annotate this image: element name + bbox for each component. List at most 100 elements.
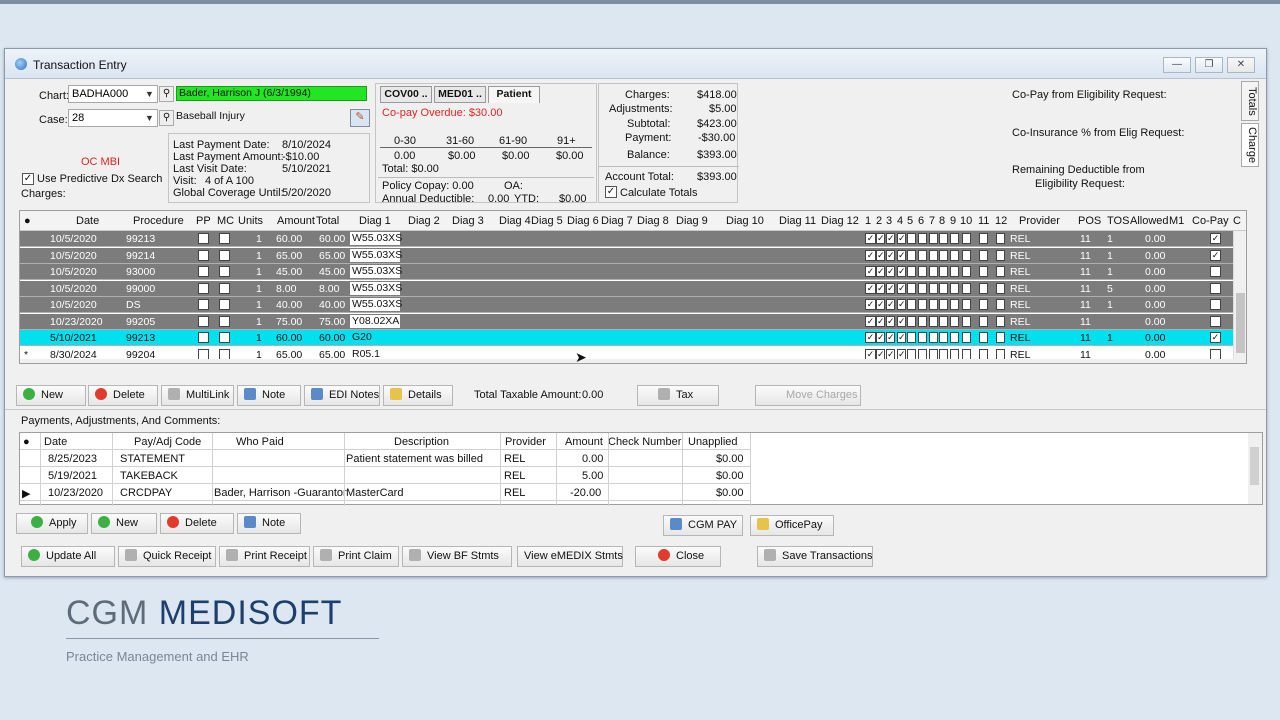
diag-pointer-checkbox[interactable] [918, 299, 927, 310]
diag-pointer-checkbox[interactable] [950, 282, 959, 294]
diag-pointer-checkbox[interactable] [918, 282, 927, 294]
case-edit-icon[interactable]: ✎ [350, 109, 370, 127]
diag-pointer-checkbox[interactable] [979, 233, 988, 244]
charge-row[interactable]: 10/5/2020 93000 1 45.00 45.00 W55.03XS ✓ ✓ ✓ ✓ REL… [20, 264, 1246, 280]
mc-checkbox[interactable] [219, 348, 230, 360]
case-dropdown-icon[interactable]: ▼ [142, 110, 157, 126]
diag-pointer-checkbox[interactable] [962, 348, 971, 360]
col-header-procedure[interactable]: Procedure [133, 215, 184, 227]
diag-pointer-checkbox[interactable] [939, 266, 948, 277]
charges-scroll-thumb[interactable] [1236, 293, 1245, 353]
payment-row[interactable]: 10/23/2020 CRCDPAY Bader, Harrison -Guaran… [20, 484, 750, 501]
diag-pointer-checkbox[interactable] [962, 299, 971, 310]
diag-pointer-checkbox[interactable] [907, 266, 916, 277]
payments-grid[interactable]: ● Date Pay/Adj Code Who Paid Description Prov… [19, 432, 1263, 506]
diag-pointer-checkbox[interactable] [950, 249, 959, 261]
diag-pointer-checkbox[interactable] [950, 332, 959, 343]
diag-pointer-checkbox[interactable]: ✓ [865, 348, 876, 360]
diag-pointer-checkbox[interactable] [962, 249, 971, 261]
diag-pointer-checkbox[interactable] [918, 249, 927, 261]
diag-pointer-checkbox[interactable] [950, 233, 959, 244]
copay-checkbox[interactable] [1210, 315, 1221, 327]
update-all-button[interactable]: Update All [21, 546, 115, 567]
diag-pointer-checkbox[interactable] [996, 332, 1005, 343]
cgm-pay-button[interactable]: CGM PAY [663, 515, 743, 536]
diag-pointer-checkbox[interactable] [996, 233, 1005, 244]
pp-checkbox[interactable] [198, 348, 209, 360]
col-header-mc[interactable]: MC [217, 215, 234, 227]
mc-checkbox[interactable] [219, 299, 230, 310]
diag-pointer-checkbox[interactable]: ✓ [886, 315, 895, 327]
case-search-icon[interactable]: ⚲ [159, 110, 174, 126]
diag-pointer-checkbox[interactable] [962, 233, 971, 244]
title-bar[interactable]: Transaction Entry — ❐ ✕ [5, 49, 1266, 79]
diag-pointer-checkbox[interactable] [929, 249, 938, 261]
diag-pointer-checkbox[interactable] [996, 315, 1005, 327]
diag-pointer-checkbox[interactable] [929, 233, 938, 244]
charge-row[interactable]: 10/5/2020 99213 1 60.00 60.00 W55.03XS ✓ ✓ ✓ ✓ REL… [20, 231, 1246, 247]
payments-vertical-scrollbar[interactable] [1248, 433, 1262, 504]
payment-col-check-number[interactable]: Check Number [608, 436, 681, 448]
payment-col-pay-adj-code[interactable]: Pay/Adj Code [134, 436, 201, 448]
payment-col-unapplied[interactable]: Unapplied [688, 436, 738, 448]
diag-pointer-checkbox[interactable] [939, 249, 948, 261]
mc-checkbox[interactable] [219, 266, 230, 277]
charge-row[interactable]: 10/5/2020 99214 1 65.00 65.00 W55.03XS ✓ ✓ ✓ ✓ REL… [20, 247, 1246, 264]
diag-pointer-checkbox[interactable]: ✓ [876, 233, 885, 244]
diag-pointer-checkbox[interactable] [979, 299, 988, 310]
col-header-diag-12[interactable]: Diag 12 [821, 215, 859, 227]
diag-pointer-checkbox[interactable] [950, 299, 959, 310]
col-header-6[interactable]: 6 [918, 215, 924, 227]
diag-pointer-checkbox[interactable] [907, 315, 916, 327]
diag-pointer-checkbox[interactable] [918, 233, 927, 244]
col-header-diag-3[interactable]: Diag 3 [452, 215, 484, 227]
diag-pointer-checkbox[interactable]: ✓ [865, 282, 876, 294]
diag-pointer-checkbox[interactable]: ✓ [886, 332, 895, 343]
pp-checkbox[interactable] [198, 266, 209, 277]
col-header-12[interactable]: 12 [995, 215, 1007, 227]
charge-row[interactable]: 5/10/2021 99213 1 60.00 60.00 G20 ✓ ✓ ✓ ✓ REL 11 1 0.… [20, 330, 1246, 346]
tab-med01[interactable]: MED01 .. [434, 86, 486, 103]
charge-row[interactable]: 10/23/2020 99205 1 75.00 75.00 Y08.02XA ✓ ✓ ✓ ✓ RE… [20, 313, 1246, 330]
copay-checkbox[interactable] [1210, 348, 1221, 360]
pp-checkbox[interactable] [198, 233, 209, 244]
delete-payment-button[interactable]: Delete [160, 513, 234, 534]
diag-pointer-checkbox[interactable]: ✓ [886, 249, 895, 261]
mc-checkbox[interactable] [219, 249, 230, 261]
charges-horizontal-scrollbar[interactable] [20, 359, 1246, 363]
diag-pointer-checkbox[interactable]: ✓ [876, 299, 885, 310]
diag-pointer-checkbox[interactable]: ✓ [865, 233, 876, 244]
col-header-units[interactable]: Units [238, 215, 263, 227]
diag-pointer-checkbox[interactable] [918, 266, 927, 277]
diag-pointer-checkbox[interactable]: ✓ [876, 315, 885, 327]
diag-pointer-checkbox[interactable]: ✓ [876, 266, 885, 277]
close-window-button[interactable]: ✕ [1227, 57, 1255, 73]
new-payment-button[interactable]: New [91, 513, 157, 534]
col-header-c[interactable]: C [1233, 215, 1241, 227]
chart-dropdown-icon[interactable]: ▼ [142, 86, 157, 102]
diag-pointer-checkbox[interactable]: ✓ [886, 233, 895, 244]
tab-totals[interactable]: Totals [1241, 81, 1259, 121]
diag-pointer-checkbox[interactable] [996, 266, 1005, 277]
close-button[interactable]: Close [635, 546, 721, 567]
col-header-1[interactable]: 1 [865, 215, 871, 227]
pp-checkbox[interactable] [198, 332, 209, 343]
diag-pointer-checkbox[interactable] [962, 282, 971, 294]
diag-pointer-checkbox[interactable] [929, 266, 938, 277]
edi-notes-button[interactable]: EDI Notes [304, 385, 380, 406]
diag-pointer-checkbox[interactable] [962, 266, 971, 277]
payment-row[interactable]: 8/25/2023 STATEMENT Patient statement was … [20, 450, 750, 467]
col-header-diag-4[interactable]: Diag 4 [499, 215, 531, 227]
view-emedix-stmts-button[interactable]: View eMEDIX Stmts [517, 546, 623, 567]
col-header-diag-10[interactable]: Diag 10 [726, 215, 764, 227]
col-header-diag-7[interactable]: Diag 7 [601, 215, 633, 227]
diag-pointer-checkbox[interactable] [979, 266, 988, 277]
diag-pointer-checkbox[interactable]: ✓ [886, 282, 895, 294]
pp-checkbox[interactable] [198, 299, 209, 310]
payment-row[interactable]: 5/19/2021 TAKEBACK REL 5.00 $0.00 [20, 467, 750, 484]
col-header-diag-11[interactable]: Diag 11 [779, 215, 816, 227]
tab-patient[interactable]: Patient [488, 86, 540, 103]
charge-row[interactable]: 10/5/2020 99000 1 8.00 8.00 W55.03XS ✓ ✓ ✓ ✓ REL 11… [20, 280, 1246, 297]
payment-col-description[interactable]: Description [394, 436, 449, 448]
predictive-dx-checkbox[interactable]: ✓ [22, 173, 34, 185]
